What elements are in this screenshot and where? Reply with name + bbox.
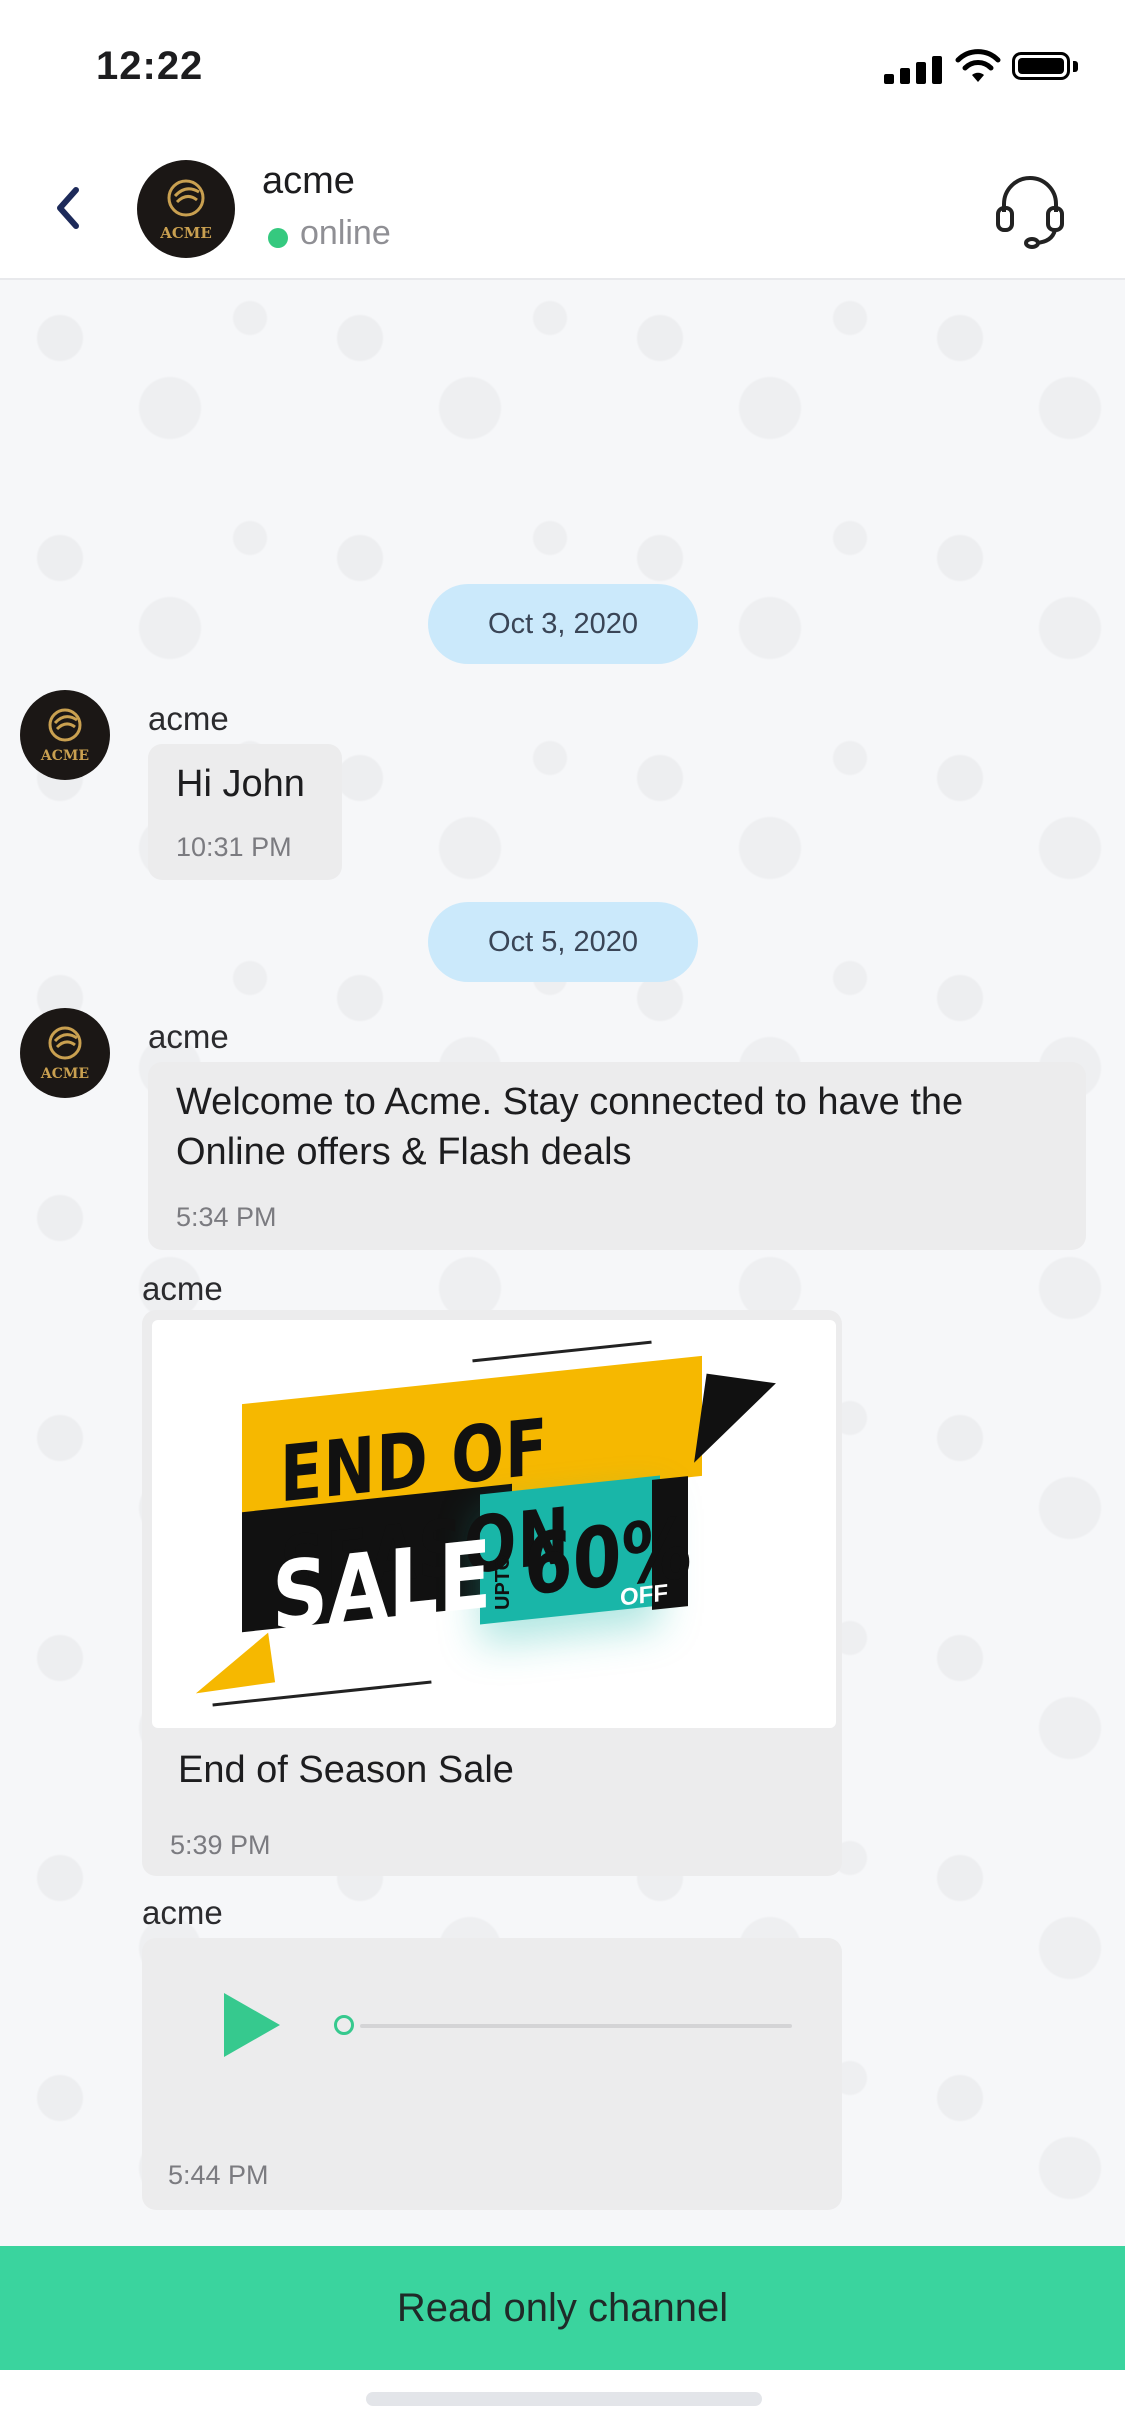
sender-name: acme <box>148 700 229 737</box>
wifi-icon <box>955 49 1001 82</box>
audio-progress-track[interactable] <box>360 2024 792 2028</box>
audio-progress-thumb[interactable] <box>334 2015 354 2035</box>
message-time: 5:34 PM <box>176 1202 277 1232</box>
promo-off-text: OFF <box>620 1579 668 1612</box>
acme-logo-icon <box>167 179 205 217</box>
image-caption: End of Season Sale <box>178 1749 514 1791</box>
sender-name: acme <box>148 1018 229 1055</box>
sender-avatar: ACME <box>20 690 110 780</box>
channel-avatar[interactable]: ACME <box>137 160 235 258</box>
chat-header: ACME acme online <box>0 140 1125 280</box>
battery-icon <box>1012 52 1070 80</box>
acme-logo-icon <box>48 1026 82 1060</box>
sender-avatar: ACME <box>20 1008 110 1098</box>
message-text-line-2: Online offers & Flash deals <box>176 1131 632 1173</box>
avatar-logo-text: ACME <box>40 1066 90 1082</box>
play-icon[interactable] <box>224 1993 280 2057</box>
status-bar: 12:22 <box>0 0 1125 140</box>
promo-sale-text: SALE <box>272 1521 492 1653</box>
banner-yellow-flag <box>188 1632 276 1694</box>
status-time: 12:22 <box>96 44 204 88</box>
headset-icon[interactable] <box>992 168 1068 250</box>
avatar-logo-text: ACME <box>40 748 90 764</box>
message-text-line-1: Welcome to Acme. Stay connected to have … <box>176 1081 964 1123</box>
message-text: Hi John <box>176 763 305 805</box>
message-time: 5:39 PM <box>170 1830 271 1860</box>
decorative-line <box>472 1340 652 1363</box>
message-bubble[interactable]: Welcome to Acme. Stay connected to have … <box>148 1062 1086 1250</box>
read-only-banner: Read only channel <box>0 2246 1125 2370</box>
channel-status: online <box>300 214 391 252</box>
signal-icon <box>884 56 946 84</box>
acme-logo-icon <box>48 708 82 742</box>
promo-upto-text: UPTO <box>492 1554 514 1610</box>
message-time: 10:31 PM <box>176 832 292 862</box>
avatar-logo-text: ACME <box>160 224 212 242</box>
back-arrow-icon[interactable] <box>40 178 100 238</box>
online-indicator <box>268 228 288 248</box>
battery-tip <box>1073 61 1078 72</box>
sender-name: acme <box>142 1270 223 1307</box>
message-time: 5:44 PM <box>168 2160 269 2190</box>
message-bubble[interactable]: Hi John 10:31 PM <box>148 744 342 880</box>
date-separator: Oct 3, 2020 <box>428 584 698 664</box>
date-separator: Oct 5, 2020 <box>428 902 698 982</box>
sender-name: acme <box>142 1894 223 1931</box>
home-indicator <box>366 2392 762 2406</box>
channel-name: acme <box>262 160 355 202</box>
promo-image[interactable]: END OF SEASON SALE UPTO 60% OFF <box>152 1320 836 1728</box>
